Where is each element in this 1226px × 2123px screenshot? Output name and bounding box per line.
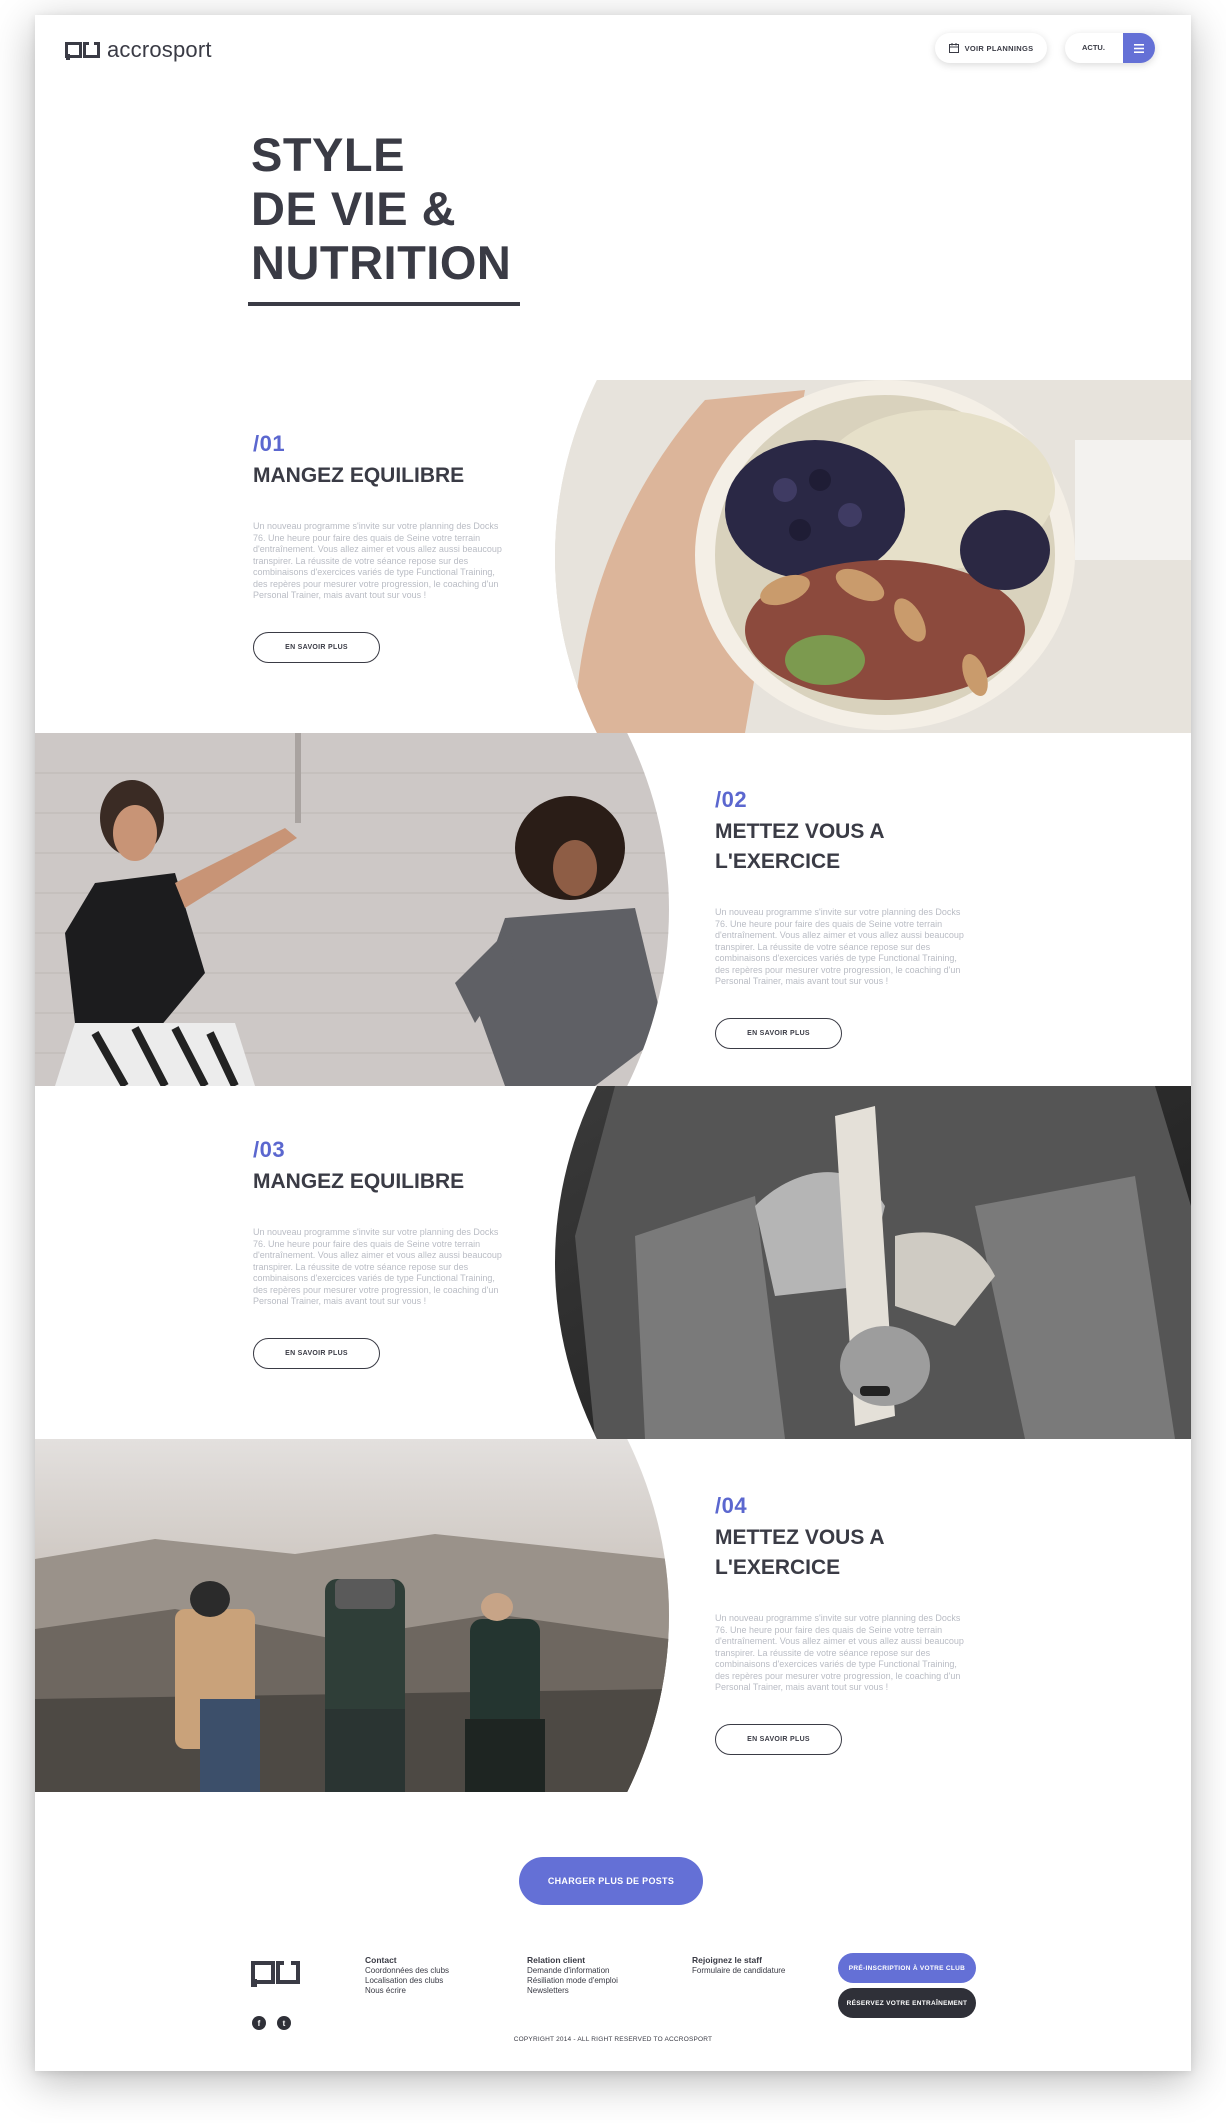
learn-more-button[interactable]: EN SAVOIR PLUS: [715, 1723, 842, 1755]
post-section-1: /01 MANGEZ EQUILIBRE Un nouveau programm…: [35, 380, 1191, 733]
post-section-4: /04 METTEZ VOUS A L'EXERCICE Un nouveau …: [35, 1439, 1191, 1792]
post-text-4: /04 METTEZ VOUS A L'EXERCICE Un nouveau …: [715, 1493, 985, 1755]
page-title-line-3: NUTRITION: [251, 236, 512, 289]
post-section-3: /03 MANGEZ EQUILIBRE Un nouveau programm…: [35, 1086, 1191, 1439]
page-title-line-2: DE VIE &: [251, 182, 457, 235]
footer-logo-icon[interactable]: [251, 1959, 301, 1987]
post-section-2: /02 METTEZ VOUS A L'EXERCICE Un nouveau …: [35, 733, 1191, 1086]
boxer-wrapping-hands-photo: [555, 1086, 1191, 1439]
accrosport-logo-icon: [65, 40, 100, 60]
post-heading: MANGEZ EQUILIBRE: [253, 464, 465, 487]
actu-menu-button[interactable]: ACTU.: [1065, 33, 1155, 63]
post-image-4[interactable]: [35, 1439, 669, 1792]
footer-link[interactable]: Nous écrire: [365, 1986, 449, 1996]
post-number: /01: [253, 431, 286, 456]
post-number: /03: [253, 1137, 286, 1162]
hikers-backpacks-photo: [35, 1439, 669, 1792]
post-image-1[interactable]: [555, 380, 1191, 733]
page: accrosport VOIR PLANNINGS ACTU. STYLE DE…: [35, 15, 1191, 2071]
post-heading: METTEZ VOUS A L'EXERCICE: [715, 820, 884, 873]
footer-col-staff: Rejoignez le staff Formulaire de candida…: [692, 1955, 785, 1976]
learn-more-button[interactable]: EN SAVOIR PLUS: [715, 1017, 842, 1049]
footer-col-title: Contact: [365, 1955, 397, 1965]
learn-more-button[interactable]: EN SAVOIR PLUS: [253, 631, 380, 663]
post-heading: MANGEZ EQUILIBRE: [253, 1170, 465, 1193]
twitter-icon[interactable]: t: [277, 2016, 291, 2030]
post-text-1: /01 MANGEZ EQUILIBRE Un nouveau programm…: [253, 431, 523, 663]
post-text-2: /02 METTEZ VOUS A L'EXERCICE Un nouveau …: [715, 787, 985, 1049]
hamburger-menu-button[interactable]: [1123, 33, 1155, 63]
view-plannings-label: VOIR PLANNINGS: [964, 43, 1034, 53]
post-image-2[interactable]: [35, 733, 669, 1086]
post-text-3: /03 MANGEZ EQUILIBRE Un nouveau programm…: [253, 1137, 523, 1369]
post-excerpt: Un nouveau programme s'invite sur votre …: [253, 521, 502, 600]
bowl-food-photo: [555, 380, 1191, 733]
calendar-icon: [948, 43, 959, 53]
brand-name: accrosport: [107, 37, 212, 62]
reserve-training-button[interactable]: RÉSERVEZ VOTRE ENTRAÎNEMENT: [838, 1988, 976, 2018]
actu-label: ACTU.: [1082, 43, 1105, 52]
hamburger-icon: [1134, 43, 1144, 53]
facebook-icon[interactable]: f: [252, 2016, 266, 2030]
footer-link[interactable]: Résiliation mode d'emploi: [527, 1976, 618, 1986]
post-number: /02: [715, 787, 748, 812]
footer-link[interactable]: Coordonnées des clubs: [365, 1966, 449, 1976]
title-underline: [248, 302, 520, 306]
footer-link[interactable]: Localisation des clubs: [365, 1976, 449, 1986]
women-exercising-photo: [35, 733, 669, 1086]
footer-col-client: Relation client Demande d'information Ré…: [527, 1955, 618, 1996]
view-plannings-button[interactable]: VOIR PLANNINGS: [935, 33, 1047, 63]
footer-col-title: Rejoignez le staff: [692, 1955, 762, 1965]
footer-link[interactable]: Demande d'information: [527, 1966, 618, 1976]
post-excerpt: Un nouveau programme s'invite sur votre …: [715, 1613, 964, 1692]
copyright-text: COPYRIGHT 2014 - ALL RIGHT RESERVED TO A…: [513, 2036, 713, 2043]
page-title-line-1: STYLE: [251, 128, 405, 181]
footer-link[interactable]: Newsletters: [527, 1986, 618, 1996]
footer-col-title: Relation client: [527, 1955, 586, 1965]
learn-more-button[interactable]: EN SAVOIR PLUS: [253, 1337, 380, 1369]
preinscription-button[interactable]: PRÉ-INSCRIPTION À VOTRE CLUB: [838, 1953, 976, 1983]
post-excerpt: Un nouveau programme s'invite sur votre …: [253, 1227, 502, 1306]
footer-link[interactable]: Formulaire de candidature: [692, 1966, 785, 1976]
brand-logo[interactable]: accrosport: [65, 37, 212, 63]
post-number: /04: [715, 1493, 748, 1518]
page-title: STYLE DE VIE & NUTRITION: [251, 128, 571, 290]
post-image-3[interactable]: [555, 1086, 1191, 1439]
load-more-posts-button[interactable]: CHARGER PLUS DE POSTS: [519, 1857, 703, 1905]
footer-col-contact: Contact Coordonnées des clubs Localisati…: [365, 1955, 449, 1996]
post-heading: METTEZ VOUS A L'EXERCICE: [715, 1526, 884, 1579]
post-excerpt: Un nouveau programme s'invite sur votre …: [715, 907, 964, 986]
